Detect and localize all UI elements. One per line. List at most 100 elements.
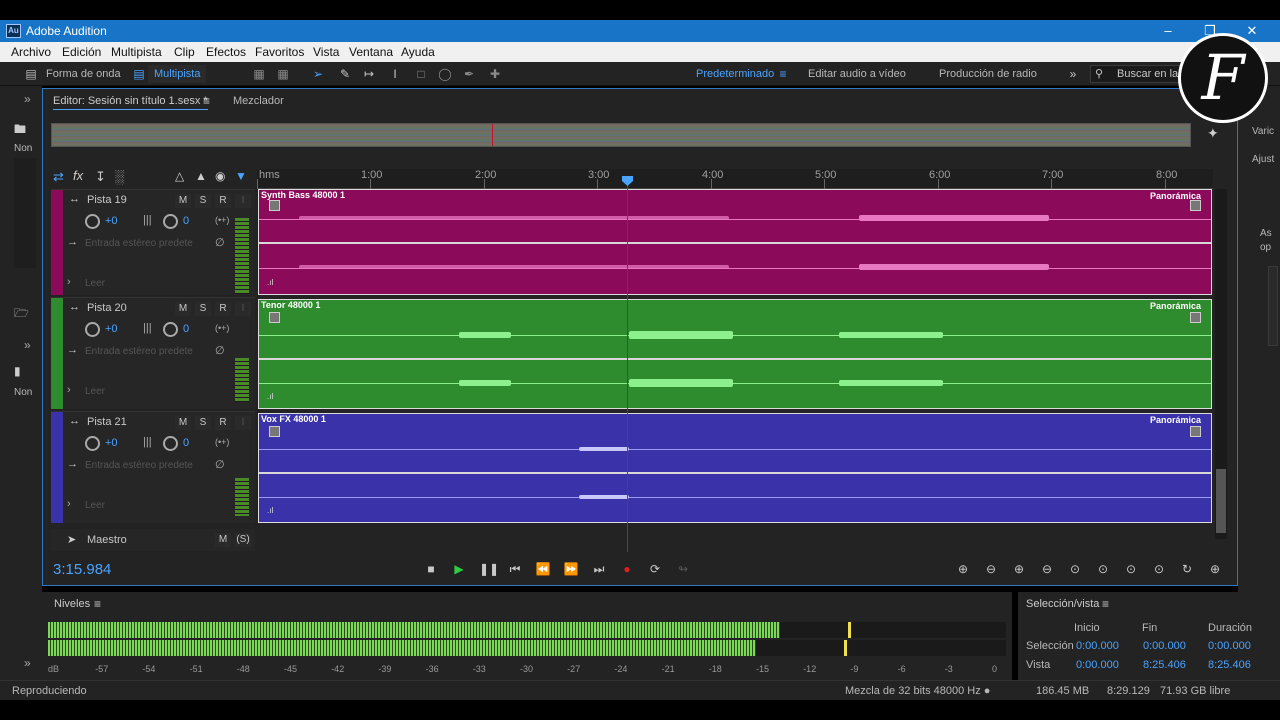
zoom-out-point-icon[interactable]: ⊙ [1123,561,1139,577]
zoom-out-amplitude-icon[interactable]: ⊖ [983,561,999,577]
pan-knob[interactable] [163,436,178,451]
view-end-field[interactable]: 8:25.406 [1143,659,1186,671]
clip-fx-icon[interactable] [1190,200,1201,211]
selection-start-field[interactable]: 0:00.000 [1076,640,1119,652]
input-select[interactable]: Entrada estéreo predete [85,346,205,357]
mute-button[interactable]: M [175,302,191,316]
tab-mixer[interactable]: Mezclador [233,95,284,107]
time-ruler[interactable]: hms 1:00 2:00 3:00 4:00 5:00 6:00 7:00 8… [257,169,1213,189]
phase-invert-icon[interactable]: ∅ [215,458,225,471]
track-name[interactable]: Pista 19 [87,194,127,206]
pan-value[interactable]: 0 [183,323,189,335]
mute-button[interactable]: M [175,416,191,430]
play-button[interactable]: ▶ [451,561,467,577]
healing-tool-icon[interactable]: ✚ [488,67,502,81]
automation-mode-select[interactable]: Leer [85,278,205,289]
editor-tab-menu-icon[interactable]: ≡ [203,94,210,108]
arm-record-button[interactable]: R [215,194,231,208]
monitor-input-button[interactable]: I [235,194,251,208]
tab-editor[interactable]: Editor: Sesión sin título 1.sesx * [53,95,208,110]
folder-icon[interactable]: 🖿 [14,120,26,141]
waveform-view-button[interactable]: Forma de onda [40,65,127,83]
menu-archivo[interactable]: Archivo [11,45,51,59]
pan-knob[interactable] [163,322,178,337]
volume-value[interactable]: +0 [105,323,118,335]
input-select[interactable]: Entrada estéreo predete [85,460,205,471]
zoom-full-icon[interactable]: ⊙ [1067,561,1083,577]
fx-icon[interactable]: fx [73,168,83,183]
move-tool-icon[interactable]: ➢ [311,67,325,81]
workspace-menu-icon[interactable]: ≡ [776,67,790,81]
menu-ayuda[interactable]: Ayuda [401,45,435,59]
master-track-name[interactable]: Maestro [87,534,127,546]
monitor-input-button[interactable]: I [235,416,251,430]
pitch-view-icon[interactable]: ▦ [276,67,290,81]
record-button[interactable]: ● [619,561,635,577]
timecode-display[interactable]: 3:15.984 [53,561,111,578]
clip-fx-icon[interactable] [269,426,280,437]
multitrack-view-button[interactable]: Multipista [148,65,207,83]
search-box[interactable]: ⚲ Buscar en la A [1090,65,1180,83]
clip-fx-icon[interactable] [269,312,280,323]
zoom-vertical-icon[interactable]: ⊕ [1207,561,1223,577]
record-input-icon[interactable]: ▲ [195,169,207,183]
sends-icon[interactable]: ↧ [95,169,106,185]
brush-tool-icon[interactable]: ✒ [462,67,476,81]
marquee-tool-icon[interactable]: □ [414,67,428,81]
track-scrollbar[interactable] [1215,189,1227,539]
arm-record-button[interactable]: R [215,302,231,316]
audio-clip[interactable]: Vox FX 48000 1 Panorámica .ıl [258,413,1212,523]
volume-knob[interactable] [85,214,100,229]
marker-icon[interactable]: ▮ [14,364,21,378]
volume-knob[interactable] [85,436,100,451]
workspace-edit-audio-video[interactable]: Editar audio a vídeo [802,65,912,83]
track-drag-icon[interactable]: ↔ [69,415,80,427]
audio-clip[interactable]: Synth Bass 48000 1 Panorámica .ıl [258,189,1212,295]
skip-selection-button[interactable]: ↬ [675,561,691,577]
menu-multipista[interactable]: Multipista [111,45,162,59]
expand-panel-icon[interactable]: » [24,92,31,106]
eq-icon[interactable]: ░ [115,169,124,184]
zoom-navigator[interactable] [51,123,1191,147]
solo-button[interactable]: S [195,302,211,316]
go-to-start-button[interactable]: ⏮ [507,561,523,577]
clip-fx-icon[interactable] [269,200,280,211]
selection-end-field[interactable]: 0:00.000 [1143,640,1186,652]
go-to-end-button[interactable]: ⏭ [591,561,607,577]
expand-panel-3-icon[interactable]: » [24,656,31,670]
zoom-in-time-icon[interactable]: ⊕ [1011,561,1027,577]
clip-fx-icon[interactable] [1190,426,1201,437]
arm-record-button[interactable]: R [215,416,231,430]
master-mute-button[interactable]: M [215,533,231,547]
zoom-out-time-icon[interactable]: ⊖ [1039,561,1055,577]
snap-icon[interactable]: ▼ [235,169,247,183]
more-workspaces-icon[interactable]: » [1066,67,1080,81]
expand-automation-icon[interactable]: › [67,276,71,288]
razor-tool-icon[interactable]: ✎ [338,67,352,81]
time-selection-tool-icon[interactable]: I [388,67,402,81]
view-duration-field[interactable]: 8:25.406 [1208,659,1251,671]
volume-knob[interactable] [85,322,100,337]
expand-automation-icon[interactable]: › [67,498,71,510]
track-name[interactable]: Pista 20 [87,302,127,314]
volume-value[interactable]: +0 [105,437,118,449]
menu-edicion[interactable]: Edición [62,45,101,59]
master-solo-button[interactable]: (S) [235,533,251,547]
automation-mode-select[interactable]: Leer [85,386,205,397]
rewind-button[interactable]: ⏪ [535,561,551,577]
zoom-fit-icon[interactable]: ✦ [1207,125,1219,142]
menu-clip[interactable]: Clip [174,45,195,59]
selection-menu-icon[interactable]: ≡ [1102,597,1109,611]
search-input[interactable]: Buscar en la A [1117,68,1179,80]
clip-fx-icon[interactable] [1190,312,1201,323]
menu-efectos[interactable]: Efectos [206,45,246,59]
track-drag-icon[interactable]: ↔ [69,193,80,205]
workspace-radio-production[interactable]: Producción de radio [933,65,1043,83]
minimize-button[interactable]: – [1154,22,1182,40]
solo-button[interactable]: S [195,416,211,430]
expand-automation-icon[interactable]: › [67,384,71,396]
menu-ventana[interactable]: Ventana [349,45,393,59]
levels-menu-icon[interactable]: ≡ [94,597,101,611]
automation-mode-select[interactable]: Leer [85,500,205,511]
zoom-reset-icon[interactable]: ↻ [1179,561,1195,577]
